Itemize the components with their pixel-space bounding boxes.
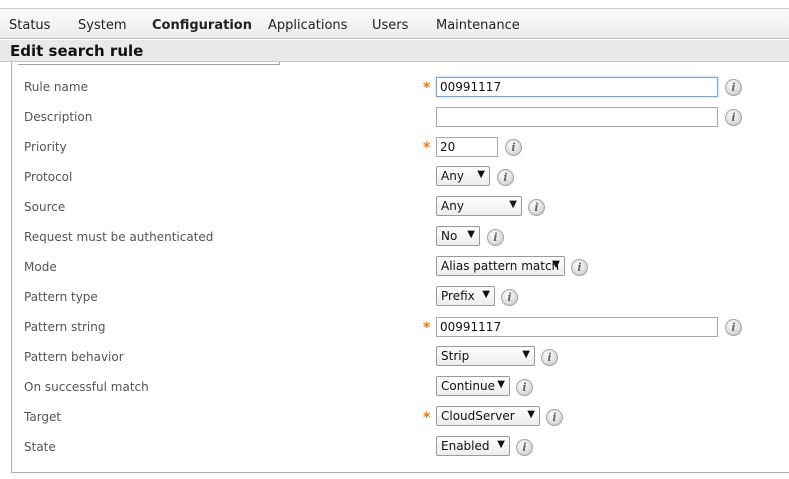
mode-select[interactable]: Alias pattern match ▼ xyxy=(436,256,565,276)
info-icon[interactable]: i xyxy=(725,319,742,336)
info-icon[interactable]: i xyxy=(516,379,533,396)
description-label: Description xyxy=(24,110,93,124)
pattern-type-label: Pattern type xyxy=(24,290,98,304)
pattern-behavior-label: Pattern behavior xyxy=(24,350,124,364)
pattern-behavior-selected-value: Strip xyxy=(441,349,470,363)
rule-name-label: Rule name xyxy=(24,80,88,94)
info-icon[interactable]: i xyxy=(497,169,514,186)
nav-system[interactable]: System xyxy=(78,18,126,33)
pattern-string-label: Pattern string xyxy=(24,320,106,334)
on-success-label: On successful match xyxy=(24,380,149,394)
info-icon[interactable]: i xyxy=(528,199,545,216)
chevron-down-icon: ▼ xyxy=(497,379,505,390)
chevron-down-icon: ▼ xyxy=(552,259,560,270)
source-select[interactable]: Any ▼ xyxy=(436,196,522,216)
protocol-select[interactable]: Any ▼ xyxy=(436,166,490,186)
on-success-selected-value: Continue xyxy=(441,379,495,393)
nav-maintenance[interactable]: Maintenance xyxy=(436,18,520,33)
info-icon[interactable]: i xyxy=(546,409,563,426)
info-icon[interactable]: i xyxy=(505,139,522,156)
rule-name-input[interactable]: 00991117 xyxy=(436,77,718,97)
chevron-down-icon: ▼ xyxy=(467,229,475,240)
target-selected-value: CloudServer xyxy=(441,409,515,423)
required-icon: * xyxy=(423,140,431,156)
pattern-type-selected-value: Prefix xyxy=(441,289,475,303)
mode-label: Mode xyxy=(24,260,57,274)
on-success-select[interactable]: Continue ▼ xyxy=(436,376,510,396)
chevron-down-icon: ▼ xyxy=(527,409,535,420)
source-selected-value: Any xyxy=(441,199,464,213)
info-icon[interactable]: i xyxy=(725,109,742,126)
required-icon: * xyxy=(423,80,431,96)
info-icon[interactable]: i xyxy=(541,349,558,366)
nav-users[interactable]: Users xyxy=(372,18,408,33)
source-label: Source xyxy=(24,200,66,214)
target-select[interactable]: CloudServer ▼ xyxy=(436,406,540,426)
state-label: State xyxy=(24,440,56,454)
pattern-behavior-select[interactable]: Strip ▼ xyxy=(436,346,535,366)
panel-tab-edge xyxy=(18,62,280,65)
nav-applications[interactable]: Applications xyxy=(268,18,347,33)
info-icon[interactable]: i xyxy=(571,259,588,276)
state-selected-value: Enabled xyxy=(441,439,490,453)
mode-selected-value: Alias pattern match xyxy=(441,259,560,273)
chevron-down-icon: ▼ xyxy=(497,439,505,450)
target-label: Target xyxy=(24,410,62,424)
request-auth-select[interactable]: No ▼ xyxy=(436,226,480,246)
chevron-down-icon: ▼ xyxy=(522,349,530,360)
chevron-down-icon: ▼ xyxy=(482,289,490,300)
info-icon[interactable]: i xyxy=(516,439,533,456)
pattern-string-input[interactable]: 00991117 xyxy=(436,317,718,337)
info-icon[interactable]: i xyxy=(487,229,504,246)
state-select[interactable]: Enabled ▼ xyxy=(436,436,510,456)
info-icon[interactable]: i xyxy=(501,289,518,306)
top-nav-bar: Status System Configuration Applications… xyxy=(0,8,789,39)
chevron-down-icon: ▼ xyxy=(477,169,485,180)
required-icon: * xyxy=(423,410,431,426)
info-icon[interactable]: i xyxy=(725,79,742,96)
request-auth-selected-value: No xyxy=(441,229,458,243)
protocol-label: Protocol xyxy=(24,170,73,184)
title-bar: Edit search rule xyxy=(0,40,789,62)
priority-input[interactable]: 20 xyxy=(436,137,498,157)
nav-status[interactable]: Status xyxy=(9,18,50,33)
nav-configuration[interactable]: Configuration xyxy=(152,18,252,33)
description-input[interactable] xyxy=(436,107,718,127)
pattern-type-select[interactable]: Prefix ▼ xyxy=(436,286,495,306)
chevron-down-icon: ▼ xyxy=(509,199,517,210)
request-auth-label: Request must be authenticated xyxy=(24,230,214,244)
page-title: Edit search rule xyxy=(10,42,144,60)
priority-label: Priority xyxy=(24,140,67,154)
required-icon: * xyxy=(423,320,431,336)
protocol-selected-value: Any xyxy=(441,169,464,183)
